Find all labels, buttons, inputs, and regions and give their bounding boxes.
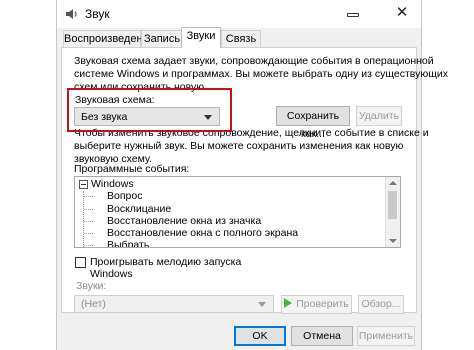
scroll-up-icon[interactable]: [389, 181, 397, 185]
instructions-text: Чтобы изменить звуковое сопровождение, щ…: [74, 127, 429, 166]
tree-branch: [84, 233, 93, 234]
title-bar[interactable]: Звук ✕: [57, 0, 421, 28]
instructions-line-1: Чтобы изменить звуковое сопровождение, щ…: [74, 127, 429, 139]
test-button[interactable]: Проверить: [281, 295, 352, 314]
restore-button[interactable]: [341, 2, 365, 24]
play-icon: [284, 298, 293, 308]
program-events-tree[interactable]: Windows Вопрос Восклицание Восстановлени…: [74, 176, 401, 248]
close-icon: ✕: [395, 4, 409, 21]
intro-line-1: Звуковая схема задает звуки, сопровождаю…: [74, 55, 434, 67]
window-title: Звук: [85, 7, 110, 21]
browse-button[interactable]: Обзор...: [358, 295, 404, 314]
tab-sounds[interactable]: Звуки: [181, 27, 221, 48]
startup-sound-label: Проигрывать мелодию запуска Windows: [90, 256, 242, 280]
tree-branch: [84, 196, 93, 197]
scrollbar-thumb[interactable]: [388, 191, 397, 219]
sound-file-value: (Нет): [81, 298, 106, 310]
chevron-down-icon: [204, 114, 212, 120]
intro-line-3: схем или сохранить новую.: [74, 81, 208, 93]
scroll-down-icon[interactable]: [389, 239, 397, 243]
intro-line-2: системе Windows и программах. Вы можете …: [74, 68, 449, 80]
sound-scheme-select[interactable]: Без звука: [74, 107, 220, 126]
sound-scheme-value: Без звука: [81, 111, 128, 123]
tree-branch: [84, 245, 93, 246]
instructions-line-2: выберите нужный звук. Вы можете сохранит…: [74, 140, 404, 152]
intro-text: Звуковая схема задает звуки, сопровождаю…: [74, 55, 448, 94]
sounds-label: Звуки:: [76, 280, 107, 292]
close-button[interactable]: ✕: [389, 1, 415, 25]
tab-playback[interactable]: Воспроизведение: [63, 30, 155, 47]
speaker-icon: [66, 9, 77, 19]
tree-branch: [84, 209, 93, 210]
tree-item-label: Выбрать: [107, 239, 150, 248]
delete-button[interactable]: Удалить: [356, 106, 402, 126]
collapse-icon: [79, 180, 88, 189]
test-button-label: Проверить: [296, 298, 349, 310]
sound-file-select[interactable]: (Нет): [74, 295, 274, 313]
tree-branch: [84, 221, 93, 222]
startup-sound-checkbox[interactable]: [75, 257, 86, 268]
save-as-button[interactable]: Сохранить как...: [276, 106, 350, 140]
apply-button[interactable]: Применить: [357, 326, 415, 346]
scheme-label: Звуковая схема:: [75, 94, 155, 106]
startup-sound-option[interactable]: Проигрывать мелодию запуска Windows: [75, 256, 275, 280]
tree-item[interactable]: Выбрать: [75, 238, 385, 248]
ok-button[interactable]: OK: [234, 326, 286, 346]
cancel-button[interactable]: Отмена: [291, 326, 353, 346]
chevron-down-icon: [258, 302, 266, 307]
tab-communications[interactable]: Связь: [221, 30, 261, 47]
tree-scrollbar[interactable]: [385, 177, 400, 247]
tab-recording[interactable]: Запись: [141, 30, 183, 47]
events-label: Программные события:: [74, 163, 190, 175]
restore-icon: [347, 13, 359, 17]
